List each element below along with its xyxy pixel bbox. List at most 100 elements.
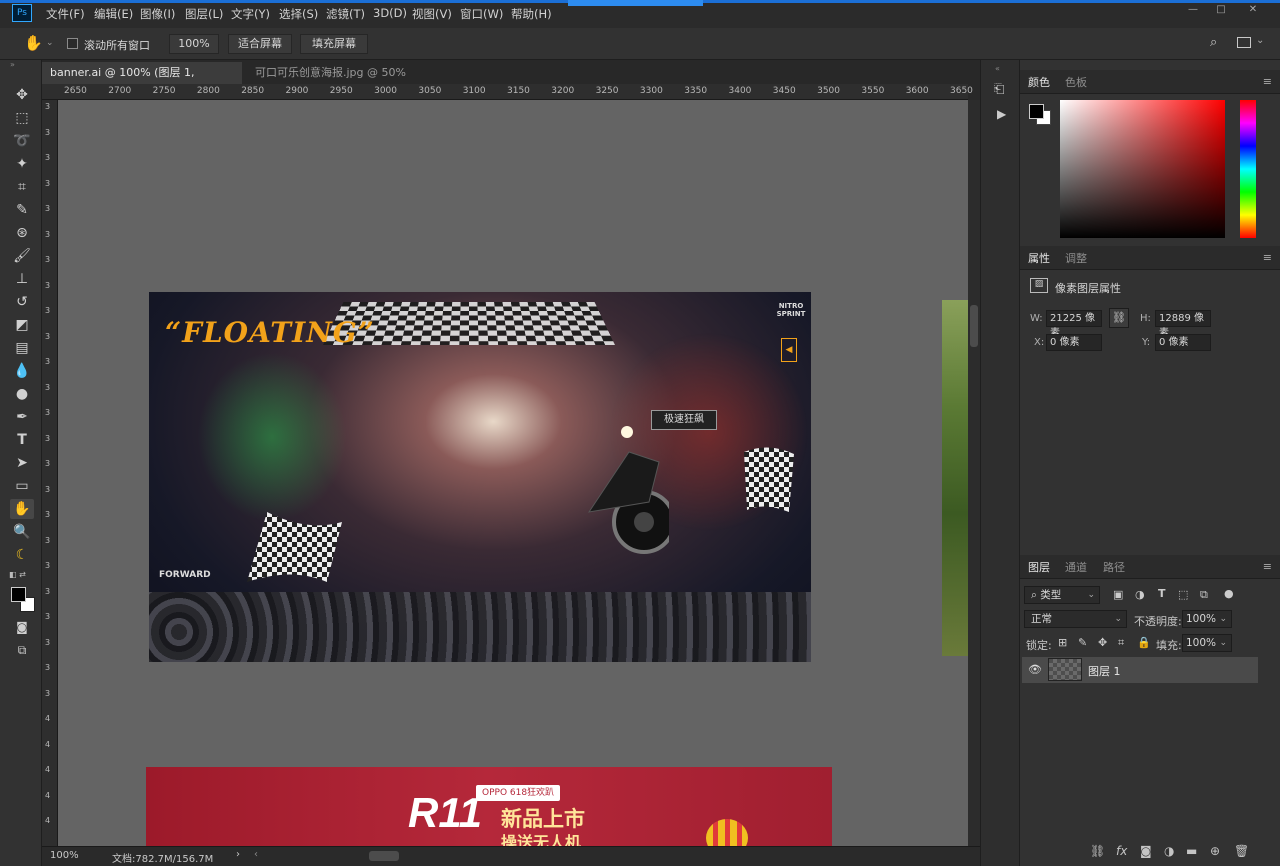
link-dimensions-icon[interactable]: ⛓	[1109, 308, 1129, 328]
hue-slider[interactable]	[1240, 100, 1256, 238]
screen-mode-icon[interactable]: ⧉	[10, 640, 34, 660]
layer-row[interactable]: 👁 图层 1	[1022, 657, 1258, 683]
adjustment-layer-icon[interactable]: ◑	[1164, 844, 1174, 858]
menu-help[interactable]: 帮助(H)	[511, 6, 552, 22]
status-zoom[interactable]: 100%	[50, 850, 79, 861]
hand-tool-icon-active[interactable]: ✋	[10, 499, 34, 519]
add-mask-icon[interactable]: ◙	[1140, 844, 1152, 858]
collapse-toolbar-icon[interactable]: »	[10, 60, 15, 69]
foreground-color-swatch[interactable]	[11, 587, 26, 602]
expand-dock-icon[interactable]: «	[995, 64, 1000, 73]
workspace-icon[interactable]	[1237, 37, 1251, 48]
height-input[interactable]: 12889 像素	[1155, 310, 1211, 339]
width-input[interactable]: 21225 像素	[1046, 310, 1102, 339]
tab-properties[interactable]: 属性	[1028, 250, 1050, 266]
filter-toggle-icon[interactable]: ●	[1224, 587, 1234, 600]
fill-screen-button[interactable]: 填充屏幕	[300, 34, 368, 54]
stamp-tool-icon[interactable]: ⊥	[10, 269, 34, 289]
menu-select[interactable]: 选择(S)	[279, 6, 318, 22]
tab-coke-poster[interactable]: 可口可乐创意海报.jpg @ 50%(RGB/8)×	[247, 62, 457, 101]
tab-banner[interactable]: banner.ai @ 100% (图层 1, RGB/8) *×	[42, 62, 242, 101]
blur-tool-icon[interactable]: 💧	[10, 361, 34, 381]
path-select-tool-icon[interactable]: ➤	[10, 453, 34, 473]
tool-preset-chevron-icon[interactable]: ⌄	[46, 38, 54, 48]
color-field[interactable]	[1060, 100, 1225, 238]
filter-shape-icon[interactable]: ⬚	[1178, 588, 1188, 601]
marquee-tool-icon[interactable]: ⬚	[10, 108, 34, 128]
menu-edit[interactable]: 编辑(E)	[94, 6, 133, 22]
horizontal-scroll-thumb[interactable]	[369, 851, 399, 861]
color-fg-swatch[interactable]	[1029, 104, 1044, 119]
lock-transparent-icon[interactable]: ⊞	[1058, 636, 1067, 649]
tab-channels[interactable]: 通道	[1065, 559, 1087, 575]
rectangle-tool-icon[interactable]: ▭	[10, 476, 34, 496]
eyedropper-tool-icon[interactable]: ✎	[10, 200, 34, 220]
zoom-100-button[interactable]: 100%	[169, 34, 219, 54]
lasso-tool-icon[interactable]: ➰	[10, 131, 34, 151]
trash-icon[interactable]: 🗑	[1234, 844, 1249, 858]
history-icon[interactable]: ⎗	[994, 82, 1004, 97]
crop-tool-icon[interactable]: ⌗	[10, 177, 34, 197]
blend-mode-dropdown[interactable]: 正常 ⌄	[1024, 610, 1127, 628]
tab-adjustments[interactable]: 调整	[1065, 250, 1087, 266]
menu-layer[interactable]: 图层(L)	[185, 6, 223, 22]
vertical-scroll-thumb[interactable]	[970, 305, 978, 347]
maximize-button[interactable]: □	[1208, 4, 1234, 15]
close-window-button[interactable]: ✕	[1240, 4, 1266, 15]
fill-input[interactable]: 100% ⌄	[1182, 634, 1232, 652]
brush-tool-icon[interactable]: 🖌	[10, 246, 34, 266]
gradient-tool-icon[interactable]: ▤	[10, 338, 34, 358]
menu-type[interactable]: 文字(Y)	[231, 6, 270, 22]
tab-color[interactable]: 颜色	[1028, 74, 1050, 90]
lock-all-icon[interactable]: 🔒	[1137, 636, 1151, 649]
properties-panel-menu-icon[interactable]: ≡	[1263, 251, 1272, 264]
quick-mask-icon[interactable]: ◙	[10, 617, 34, 637]
eye-visibility-icon[interactable]: 👁	[1028, 663, 1042, 676]
link-layers-icon[interactable]: ⛓	[1090, 844, 1105, 858]
minimize-button[interactable]: —	[1180, 4, 1206, 15]
menu-image[interactable]: 图像(I)	[140, 6, 175, 22]
history-brush-tool-icon[interactable]: ↺	[10, 292, 34, 312]
layer-filter-dropdown[interactable]: ⌕ 类型 ⌄	[1024, 586, 1100, 604]
lock-artboard-icon[interactable]: ⌗	[1118, 636, 1124, 650]
filter-pixel-icon[interactable]: ▣	[1113, 588, 1123, 601]
lock-position-icon[interactable]: ✥	[1098, 636, 1107, 649]
menu-3d[interactable]: 3D(D)	[373, 6, 407, 20]
move-tool-icon[interactable]: ✥	[10, 85, 34, 105]
dodge-tool-icon[interactable]: ●	[10, 384, 34, 404]
new-layer-icon[interactable]: ⊕	[1210, 844, 1220, 858]
eraser-tool-icon[interactable]: ◩	[10, 315, 34, 335]
zoom-tool-icon[interactable]: 🔍	[10, 522, 34, 542]
scroll-all-windows-checkbox[interactable]	[67, 38, 78, 49]
x-input[interactable]: 0 像素	[1046, 334, 1102, 351]
color-panel-menu-icon[interactable]: ≡	[1263, 75, 1272, 88]
magic-wand-tool-icon[interactable]: ✦	[10, 154, 34, 174]
tab-paths[interactable]: 路径	[1103, 559, 1125, 575]
y-input[interactable]: 0 像素	[1155, 334, 1211, 351]
status-menu-arrow[interactable]: ›	[236, 849, 240, 860]
healing-brush-tool-icon[interactable]: ⊛	[10, 223, 34, 243]
filter-type-icon[interactable]: T	[1158, 587, 1166, 600]
new-group-icon[interactable]: ▬	[1186, 844, 1197, 858]
layers-panel-menu-icon[interactable]: ≡	[1263, 560, 1272, 573]
fx-icon[interactable]: fx	[1116, 844, 1127, 858]
default-colors-icon[interactable]: ◧ ⇄	[9, 570, 26, 579]
filter-smart-object-icon[interactable]: ⧉	[1200, 588, 1208, 602]
menu-filter[interactable]: 滤镜(T)	[326, 6, 365, 22]
opacity-input[interactable]: 100% ⌄	[1182, 610, 1232, 628]
scroll-left-icon[interactable]: ‹	[254, 849, 258, 860]
banana-icon[interactable]: ☾	[10, 545, 34, 565]
fit-screen-button[interactable]: 适合屏幕	[228, 34, 292, 54]
workspace-chevron-icon[interactable]: ⌄	[1256, 35, 1264, 46]
tab-layers[interactable]: 图层	[1028, 559, 1050, 575]
hand-tool-icon[interactable]: ✋	[24, 34, 43, 52]
menu-window[interactable]: 窗口(W)	[460, 6, 503, 22]
type-tool-icon[interactable]: T	[10, 430, 34, 450]
lock-image-icon[interactable]: ✎	[1078, 636, 1087, 649]
menu-view[interactable]: 视图(V)	[412, 6, 452, 22]
menu-file[interactable]: 文件(F)	[46, 6, 85, 22]
search-icon[interactable]: ⌕	[1210, 35, 1217, 50]
layer-name[interactable]: 图层 1	[1088, 663, 1121, 679]
vertical-scrollbar[interactable]	[968, 100, 980, 846]
pen-tool-icon[interactable]: ✒	[10, 407, 34, 427]
